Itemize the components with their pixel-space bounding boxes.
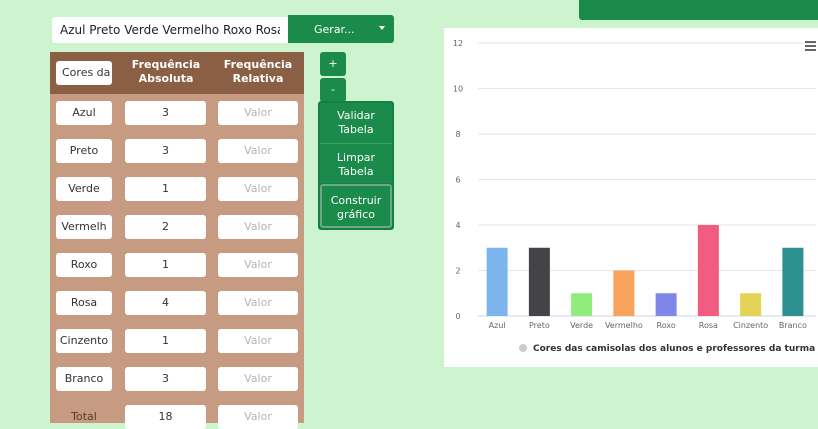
color-name-input[interactable]: Preto [56,139,112,163]
absolute-frequency-input[interactable]: 4 [125,291,206,315]
table-row: Cinzento 1 Valor [50,329,304,353]
table-header: Cores da Frequência Absoluta Frequência … [50,52,304,94]
relative-frequency-input[interactable]: Valor [218,329,298,353]
absolute-frequency-header: Frequência Absoluta [131,58,201,85]
y-tick-label: 6 [455,176,460,185]
absolute-frequency-input[interactable]: 18 [125,405,206,429]
y-tick-label: 0 [455,312,460,321]
validate-label-2: Tabela [338,123,374,136]
relative-frequency-input[interactable]: Valor [218,405,298,429]
x-tick-label: Rosa [699,321,718,330]
absolute-frequency-input[interactable]: 3 [125,101,206,125]
relative-frequency-input[interactable]: Valor [218,215,298,239]
absolute-frequency-input[interactable]: 3 [125,139,206,163]
total-row: Total 18 Valor [50,405,304,429]
color-name-input[interactable]: Branco [56,367,112,391]
top-tab-bar[interactable] [579,0,818,20]
x-tick-label: Vermelho [605,321,643,330]
bar-azul [486,247,508,316]
x-tick-label: Roxo [657,321,676,330]
validate-label-1: Validar [337,109,375,122]
add-row-button[interactable]: + [320,52,346,76]
bar-verde [571,293,593,316]
relative-frequency-input[interactable]: Valor [218,101,298,125]
color-name-input[interactable]: Verde [56,177,112,201]
y-tick-label: 10 [453,85,463,94]
y-tick-label: 12 [453,39,463,48]
absolute-frequency-input[interactable]: 1 [125,253,206,277]
y-tick-label: 2 [455,267,460,276]
absolute-frequency-input[interactable]: 2 [125,215,206,239]
bar-branco [782,247,804,316]
clear-label-2: Tabela [338,165,374,178]
frequency-table: Cores da Frequência Absoluta Frequência … [50,52,304,429]
color-name-input[interactable]: Roxo [56,253,112,277]
build-label-1: Construir [330,194,382,207]
x-tick-label: Verde [570,321,593,330]
color-name-header-input[interactable]: Cores da [56,61,112,85]
x-tick-label: Azul [489,321,506,330]
x-tick-label: Cinzento [733,321,768,330]
table-row: Vermelh 2 Valor [50,215,304,239]
relative-frequency-input[interactable]: Valor [218,177,298,201]
chart-panel: 024681012Número de camisolasAzulPretoVer… [444,28,818,367]
relative-frequency-input[interactable]: Valor [218,139,298,163]
build-label-2: gráfico [337,208,375,221]
legend-label: Cores das camisolas dos alunos e profess… [533,344,815,354]
color-name-input[interactable]: Azul [56,101,112,125]
x-tick-label: Preto [529,321,550,330]
caret-down-icon [379,26,385,30]
generate-button-label: Gerar... [314,22,355,36]
bar-chart: 024681012Número de camisolasAzulPretoVer… [453,39,816,354]
total-label: Total [71,410,97,423]
relative-frequency-header: Frequência Relativa [223,58,293,85]
clear-table-button[interactable]: Limpar Tabela [320,143,392,183]
color-name-input[interactable]: Rosa [56,291,112,315]
generate-button[interactable]: Gerar... [288,15,394,43]
colors-input[interactable] [52,17,288,43]
y-tick-label: 4 [455,221,460,230]
hamburger-menu-icon[interactable] [805,41,816,51]
y-tick-label: 8 [455,130,460,139]
x-tick-label: Branco [779,321,807,330]
bar-cinzento [740,293,762,316]
validate-table-button[interactable]: Validar Tabela [320,103,392,143]
remove-row-button[interactable]: - [320,78,346,102]
relative-frequency-input[interactable]: Valor [218,253,298,277]
color-name-input[interactable]: Cinzento [56,329,112,353]
table-row: Branco 3 Valor [50,367,304,391]
bar-vermelho [613,270,635,316]
table-row: Verde 1 Valor [50,177,304,201]
build-chart-button[interactable]: Construir gráfico [320,184,392,228]
absolute-frequency-input[interactable]: 1 [125,177,206,201]
clear-label-1: Limpar [336,151,376,164]
bar-roxo [655,293,677,316]
bar-rosa [697,225,719,316]
absolute-frequency-input[interactable]: 3 [125,367,206,391]
table-row: Preto 3 Valor [50,139,304,163]
absolute-frequency-input[interactable]: 1 [125,329,206,353]
relative-frequency-input[interactable]: Valor [218,291,298,315]
table-row: Azul 3 Valor [50,101,304,125]
table-row: Rosa 4 Valor [50,291,304,315]
color-name-input[interactable]: Vermelh [56,215,112,239]
relative-frequency-input[interactable]: Valor [218,367,298,391]
bar-preto [528,247,550,316]
legend-marker [519,344,527,352]
table-row: Roxo 1 Valor [50,253,304,277]
